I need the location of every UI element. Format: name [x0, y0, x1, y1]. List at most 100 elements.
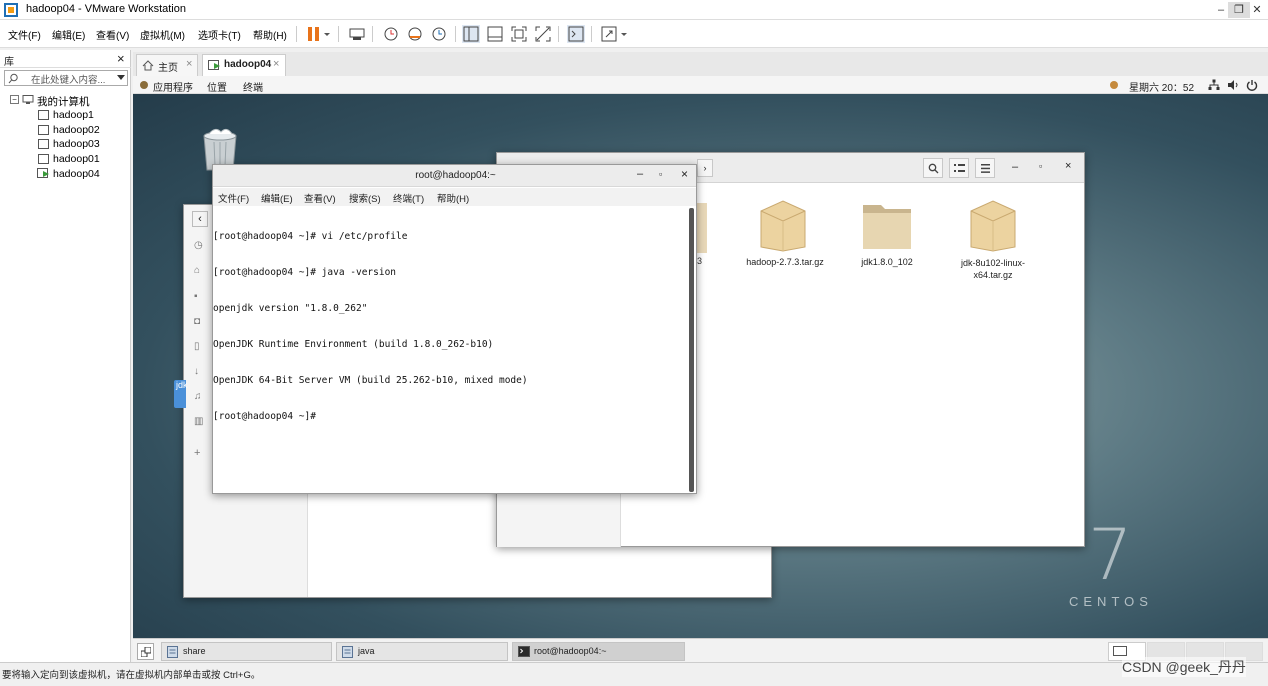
- applications-menu[interactable]: 应用程序: [153, 79, 193, 94]
- guest-top-panel: 应用程序 位置 终端 星期六 20：52: [133, 76, 1268, 94]
- places-menu[interactable]: 位置: [207, 79, 227, 94]
- tree-vm-hadoop03[interactable]: hadoop03: [53, 138, 100, 150]
- terminal-title: root@hadoop04:~: [415, 170, 496, 181]
- tab-hadoop04-label: hadoop04: [224, 59, 272, 70]
- file-label: hadoop-2.7.3.tar.gz: [746, 257, 824, 267]
- folder-icon[interactable]: [861, 193, 913, 253]
- terminal-scrollbar[interactable]: [689, 208, 694, 492]
- snapshot-manager-icon[interactable]: [430, 25, 448, 43]
- terminal-output[interactable]: [root@hadoop04 ~]# vi /etc/profile [root…: [213, 207, 528, 447]
- back-button[interactable]: ‹: [192, 211, 208, 227]
- taskbar-item-terminal[interactable]: root@hadoop04:~: [512, 642, 685, 661]
- file-label: jdk-8u102-linux-x64.tar.gz: [960, 258, 1026, 280]
- terminal-line: OpenJDK Runtime Environment (build 1.8.0…: [213, 339, 494, 350]
- music-icon[interactable]: ♫: [194, 391, 202, 402]
- menu-tabs[interactable]: 选项卡(T): [198, 27, 241, 42]
- terminal-maximize-button[interactable]: ▫: [659, 169, 662, 179]
- library-view-icon[interactable]: [462, 25, 480, 43]
- revert-snapshot-icon[interactable]: [406, 25, 424, 43]
- pictures-icon[interactable]: ◘: [194, 316, 200, 327]
- terminal-close-button[interactable]: ×: [681, 167, 688, 181]
- terminal-menu-search[interactable]: 搜索(S): [349, 191, 381, 205]
- centos-logo-number: 7: [1088, 514, 1133, 596]
- files-minimize-button[interactable]: –: [1012, 161, 1018, 173]
- terminal-menu-file[interactable]: 文件(F): [218, 191, 249, 205]
- chevron-down-icon[interactable]: [619, 25, 629, 43]
- separator: [558, 26, 559, 42]
- tab-home[interactable]: 主页 ×: [136, 54, 198, 76]
- documents-icon[interactable]: ▯: [194, 341, 200, 352]
- terminal-menu-view[interactable]: 查看(V): [304, 191, 336, 205]
- pause-icon[interactable]: [305, 25, 323, 43]
- terminal-minimize-button[interactable]: –: [637, 168, 643, 180]
- menu-button[interactable]: [975, 158, 995, 178]
- tab-close-icon[interactable]: ×: [273, 58, 279, 70]
- terminal-menu-edit[interactable]: 编辑(E): [261, 191, 293, 205]
- taskbar-item-label: share: [183, 646, 206, 656]
- home-icon[interactable]: ⌂: [194, 265, 200, 276]
- library-header: 库 ×: [0, 50, 131, 68]
- show-desktop-button[interactable]: [137, 643, 154, 660]
- network-icon[interactable]: [1208, 79, 1220, 91]
- menu-help[interactable]: 帮助(H): [253, 27, 287, 42]
- menu-file[interactable]: 文件(F): [8, 27, 41, 42]
- fullscreen-icon[interactable]: [510, 25, 528, 43]
- search-button[interactable]: [923, 158, 943, 178]
- terminal-window[interactable]: root@hadoop04:~ – ▫ × 文件(F) 编辑(E) 查看(V) …: [212, 164, 697, 494]
- terminal-menu-terminal[interactable]: 终端(T): [393, 191, 424, 205]
- tree-vm-hadoop01[interactable]: hadoop01: [53, 153, 100, 165]
- windows-icon: [141, 647, 151, 657]
- thumbnail-view-icon[interactable]: [486, 25, 504, 43]
- stretch-icon[interactable]: [600, 25, 618, 43]
- volume-icon[interactable]: [1227, 79, 1239, 91]
- tree-vm-hadoop02[interactable]: hadoop02: [53, 124, 100, 136]
- menu-vm[interactable]: 虚拟机(M): [140, 27, 185, 42]
- library-close-button[interactable]: ×: [117, 51, 125, 66]
- recent-icon[interactable]: ◷: [194, 240, 203, 251]
- menu-edit[interactable]: 编辑(E): [52, 27, 85, 42]
- jdk-item-highlight[interactable]: jdk: [174, 380, 188, 408]
- tree-root-my-computer[interactable]: 我的计算机: [37, 94, 90, 109]
- library-search-input[interactable]: 在此处键入内容...: [4, 70, 128, 86]
- files-close-button[interactable]: ×: [1065, 160, 1071, 172]
- chevron-down-icon[interactable]: [117, 75, 125, 81]
- terminal-line: [root@hadoop04 ~]# java -version: [213, 267, 397, 278]
- tab-close-icon[interactable]: ×: [186, 58, 192, 70]
- unity-icon[interactable]: [534, 25, 552, 43]
- menu-view[interactable]: 查看(V): [96, 27, 129, 42]
- path-forward-button[interactable]: ›: [697, 159, 713, 177]
- console-view-icon[interactable]: [567, 25, 585, 43]
- home-icon: [142, 60, 154, 71]
- snapshot-icon[interactable]: [382, 25, 400, 43]
- tab-hadoop04[interactable]: hadoop04 ×: [202, 54, 286, 76]
- centos-logo-text: CENTOS: [1069, 594, 1153, 609]
- view-toggle-button[interactable]: [949, 158, 969, 178]
- taskbar-item-share[interactable]: share: [161, 642, 332, 661]
- tree-vm-hadoop04[interactable]: hadoop04: [53, 168, 100, 180]
- tree-vm-hadoop1[interactable]: hadoop1: [53, 109, 94, 121]
- guest-taskbar: share java root@hadoop04:~: [133, 638, 1268, 662]
- menu-toolbar: 文件(F) 编辑(E) 查看(V) 虚拟机(M) 选项卡(T) 帮助(H): [0, 20, 1268, 48]
- close-button[interactable]: ✕: [1246, 2, 1268, 18]
- files-maximize-button[interactable]: ▫: [1039, 161, 1042, 171]
- chevron-down-icon[interactable]: [322, 25, 332, 43]
- terminal-menu-help[interactable]: 帮助(H): [437, 191, 469, 205]
- trash-icon[interactable]: ▥: [194, 416, 203, 427]
- downloads-icon[interactable]: ↓: [194, 366, 199, 377]
- computer-icon: [22, 95, 34, 104]
- taskbar-item-java[interactable]: java: [336, 642, 508, 661]
- desktop-icon[interactable]: ▪: [194, 291, 198, 302]
- add-location-icon[interactable]: +: [194, 447, 200, 459]
- archive-icon[interactable]: [967, 193, 1019, 253]
- terminal-menubar: 文件(F) 编辑(E) 查看(V) 搜索(S) 终端(T) 帮助(H): [213, 188, 696, 206]
- separator: [296, 26, 297, 42]
- status-message: 要将输入定向到该虚拟机，请在虚拟机内部单击或按 Ctrl+G。: [2, 670, 261, 681]
- terminal-line: openjdk version "1.8.0_262": [213, 303, 368, 314]
- terminal-menu[interactable]: 终端: [243, 79, 263, 94]
- guest-desktop[interactable]: 7 CENTOS ‹ ◷ ⌂ ▪ ◘ ▯ ↓ ♫ ▥ + jdk › – ▫ ×…: [133, 94, 1268, 638]
- clock[interactable]: 星期六 20：52: [1129, 79, 1194, 94]
- power-icon[interactable]: [1246, 79, 1258, 91]
- tree-collapse-toggle[interactable]: −: [10, 95, 19, 104]
- archive-icon[interactable]: [757, 193, 809, 253]
- send-keys-icon[interactable]: [348, 25, 366, 43]
